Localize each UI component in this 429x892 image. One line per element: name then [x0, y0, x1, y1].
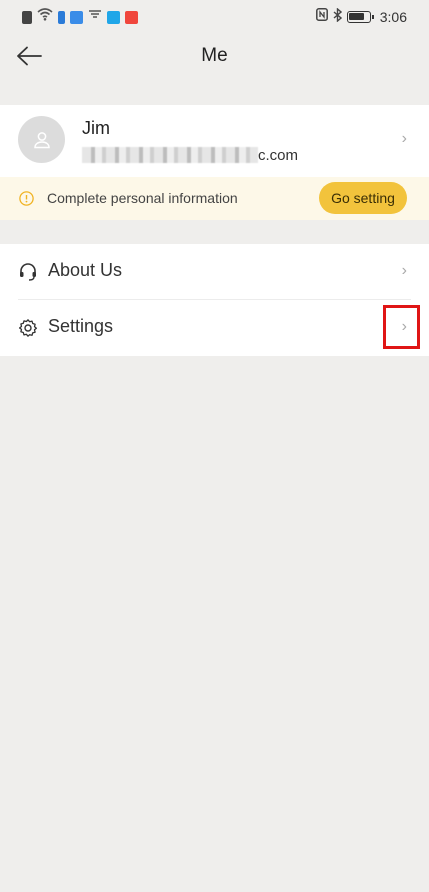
- user-icon: [33, 131, 50, 148]
- status-time: 3:06: [379, 9, 407, 25]
- menu-item-label: Settings: [48, 316, 114, 336]
- battery-saver-icon: [58, 10, 65, 24]
- app-notification-icon: [70, 10, 83, 24]
- battery-icon: [346, 11, 374, 23]
- chevron-right-icon: ›: [401, 130, 407, 147]
- notification-icon: [22, 10, 32, 24]
- menu-item-label: About Us: [48, 260, 123, 280]
- chevron-right-icon[interactable]: ›: [402, 318, 407, 336]
- profile-card[interactable]: Jim c.com ›: [0, 105, 429, 177]
- app-header: Me: [0, 34, 429, 78]
- chevron-right-icon: ›: [401, 262, 407, 279]
- wifi-icon: [37, 8, 53, 26]
- complete-info-banner: Complete personal information Go setting: [0, 177, 429, 220]
- profile-name: Jim: [82, 118, 110, 138]
- email-redacted: [82, 147, 258, 163]
- go-setting-button[interactable]: Go setting: [319, 182, 407, 214]
- status-icons-left: [22, 8, 138, 26]
- status-bar: 3:06: [0, 0, 429, 34]
- avatar[interactable]: [18, 116, 65, 163]
- nfc-icon: [315, 8, 328, 26]
- menu-list: About Us › Settings ›: [0, 244, 429, 356]
- headset-icon: [20, 263, 36, 281]
- menu-item-settings[interactable]: Settings ›: [0, 300, 429, 356]
- info-icon: [19, 191, 34, 206]
- profile-email: c.com: [82, 146, 298, 164]
- search-app-icon: [107, 10, 120, 24]
- banner-text: Complete personal information: [47, 190, 238, 206]
- bluetooth-icon: [333, 6, 342, 27]
- mail-app-icon: [125, 10, 138, 24]
- menu-item-about-us[interactable]: About Us ›: [0, 244, 429, 300]
- signal-icon: [88, 8, 102, 26]
- status-icons-right: 3:06: [315, 6, 407, 27]
- gear-icon: [18, 319, 38, 337]
- page-title: Me: [201, 45, 228, 66]
- email-suffix: c.com: [258, 146, 299, 164]
